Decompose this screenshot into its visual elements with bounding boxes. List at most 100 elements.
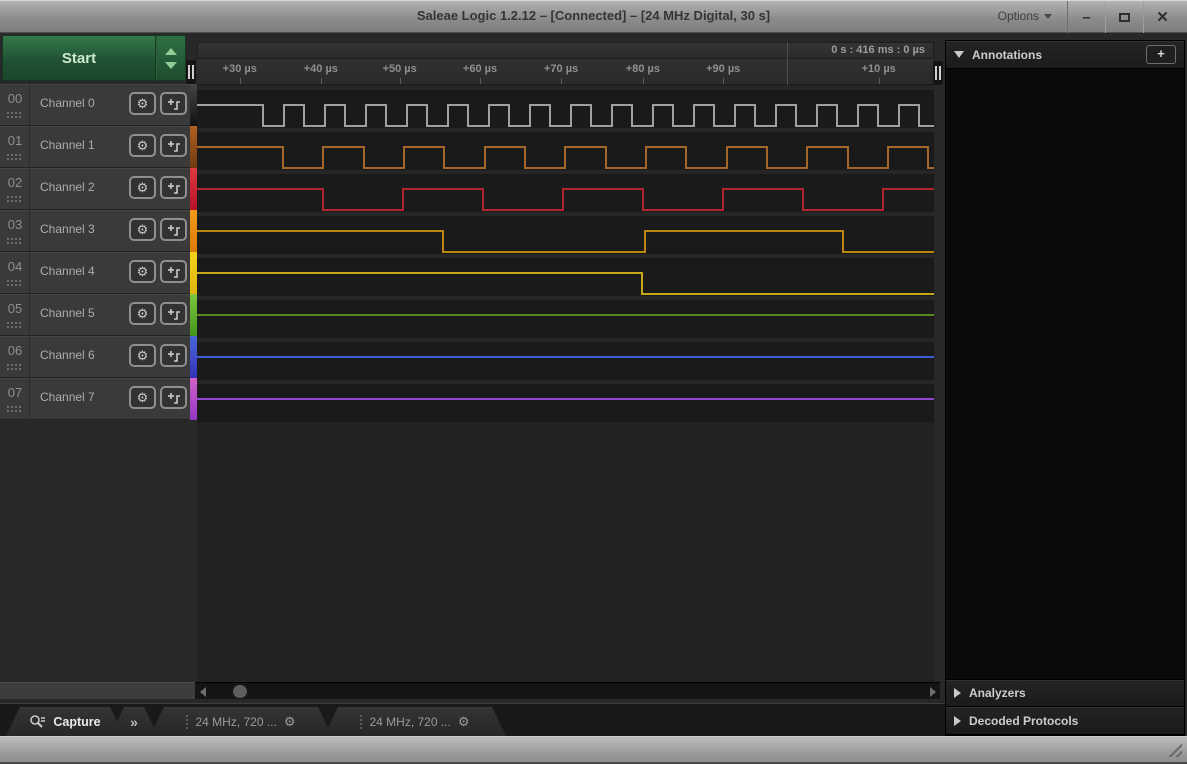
options-menu-button[interactable]: Options — [998, 9, 1052, 23]
gear-icon[interactable]: ⚙ — [284, 714, 296, 730]
waveform-row[interactable] — [197, 170, 934, 212]
double-chevron-icon: » — [130, 713, 138, 730]
channel-label: Channel 1 — [40, 138, 95, 152]
scrollbar-left-cap — [0, 682, 195, 699]
gear-icon: ⚙ — [136, 348, 149, 363]
channel-number: 01 — [7, 133, 23, 148]
waveform-row[interactable] — [197, 380, 934, 422]
scroll-left-arrow-icon[interactable] — [200, 687, 206, 697]
channel-trigger-button[interactable] — [160, 218, 187, 241]
channel-settings-button[interactable]: ⚙ — [129, 386, 156, 409]
minimize-button[interactable]: – — [1067, 1, 1105, 33]
channel-settings-button[interactable]: ⚙ — [129, 302, 156, 325]
drag-handle-icon[interactable] — [7, 238, 21, 244]
drag-handle-icon[interactable] — [7, 196, 21, 202]
waveform-trace — [197, 188, 934, 211]
ruler-tick-mark — [642, 78, 644, 84]
drag-handle-icon[interactable] — [7, 154, 21, 160]
device-tab-label: 24 MHz, 720 ... — [369, 714, 451, 729]
waveform-row[interactable] — [197, 254, 934, 296]
drag-handle-icon[interactable] — [7, 364, 21, 370]
waveform-row[interactable] — [197, 86, 934, 128]
title-bar: Saleae Logic 1.2.12 – [Connected] – [24 … — [0, 0, 1187, 33]
channel-settings-button[interactable]: ⚙ — [129, 134, 156, 157]
waveform-row[interactable] — [197, 212, 934, 254]
scrollbar-thumb[interactable] — [233, 685, 247, 698]
capture-tab[interactable]: Capture — [6, 707, 124, 736]
tab-overflow-button[interactable]: » — [110, 707, 158, 736]
window-controls: – ✕ — [1067, 1, 1181, 33]
chevron-down-icon — [1044, 13, 1052, 19]
waveform-rows[interactable] — [197, 86, 934, 422]
channel-color-strip — [190, 252, 197, 294]
time-ruler[interactable]: +30 µs +40 µs +50 µs +60 µs +70 µs +80 µs +90 … — [197, 59, 934, 85]
channel-trigger-button[interactable] — [160, 344, 187, 367]
channel-trigger-button[interactable] — [160, 302, 187, 325]
channel-trigger-button[interactable] — [160, 176, 187, 199]
channel-color-strip — [190, 336, 197, 378]
scrollbar-track[interactable] — [195, 682, 940, 699]
resize-grip[interactable] — [1166, 741, 1182, 757]
channel-label: Channel 4 — [40, 264, 95, 278]
trigger-edge-icon — [167, 182, 180, 194]
ruler-tick-mark — [320, 78, 322, 84]
pan-handle-left[interactable] — [186, 60, 196, 84]
channel-settings-button[interactable]: ⚙ — [129, 176, 156, 199]
drag-handle-icon[interactable] — [7, 280, 21, 286]
ruler-tick-mark — [399, 78, 401, 84]
ruler-tick-label: +40 µs — [303, 63, 338, 75]
ruler-tick-label: +90 µs — [706, 63, 741, 75]
expand-arrow-icon — [954, 715, 961, 726]
annotations-header[interactable]: Annotations + — [946, 41, 1184, 69]
ruler-tick-label: +70 µs — [543, 63, 579, 75]
channel-color-strip — [190, 126, 197, 168]
maximize-button[interactable] — [1105, 1, 1143, 33]
close-button[interactable]: ✕ — [1143, 1, 1181, 33]
channel-settings-button[interactable]: ⚙ — [129, 260, 156, 283]
collapse-arrow-icon — [954, 51, 964, 58]
waveform-trace — [197, 230, 934, 253]
waveform-row[interactable] — [197, 296, 934, 338]
channel-row: 03 Channel 3 ⚙ — [0, 210, 197, 252]
waveform-row[interactable] — [197, 128, 934, 170]
ruler-section-divider — [786, 42, 788, 85]
channel-trigger-button[interactable] — [160, 386, 187, 409]
channel-number: 05 — [7, 301, 23, 316]
gear-icon: ⚙ — [136, 138, 149, 153]
channel-settings-button[interactable]: ⚙ — [129, 218, 156, 241]
channel-label: Channel 6 — [40, 348, 95, 362]
channel-settings-button[interactable]: ⚙ — [129, 92, 156, 115]
gear-icon[interactable]: ⚙ — [458, 714, 470, 730]
analyzers-title: Analyzers — [969, 686, 1026, 700]
trigger-edge-icon — [167, 224, 180, 236]
channel-label: Channel 7 — [40, 390, 95, 404]
expand-arrow-icon — [954, 688, 961, 698]
tab-drag-handle-icon — [360, 715, 362, 729]
waveform-row[interactable] — [197, 338, 934, 380]
pan-handle-right[interactable] — [933, 61, 943, 85]
channel-trigger-button[interactable] — [160, 260, 187, 283]
capture-search-icon — [29, 714, 46, 730]
channel-number: 00 — [7, 91, 23, 106]
scroll-right-arrow-icon[interactable] — [930, 687, 936, 697]
capture-tab-label: Capture — [53, 714, 101, 729]
channel-number-column: 00 — [0, 84, 30, 126]
add-annotation-button[interactable]: + — [1146, 45, 1176, 64]
analyzers-header[interactable]: Analyzers — [946, 679, 1184, 707]
channel-settings-button[interactable]: ⚙ — [129, 344, 156, 367]
start-options-stepper[interactable] — [156, 35, 186, 81]
drag-handle-icon[interactable] — [7, 322, 21, 328]
drag-handle-icon[interactable] — [7, 112, 21, 118]
device-tab[interactable]: 24 MHz, 720 ... ⚙ — [150, 707, 332, 736]
device-tab[interactable]: 24 MHz, 720 ... ⚙ — [324, 707, 506, 736]
gear-icon: ⚙ — [136, 96, 149, 111]
annotations-content — [946, 69, 1184, 679]
channel-trigger-button[interactable] — [160, 134, 187, 157]
channel-trigger-button[interactable] — [160, 92, 187, 115]
start-button[interactable]: Start — [2, 35, 156, 81]
trigger-edge-icon — [167, 392, 180, 404]
waveform-trace — [197, 104, 934, 127]
drag-handle-icon[interactable] — [7, 406, 21, 412]
gear-icon: ⚙ — [136, 222, 149, 237]
decoded-protocols-header[interactable]: Decoded Protocols — [946, 707, 1184, 735]
